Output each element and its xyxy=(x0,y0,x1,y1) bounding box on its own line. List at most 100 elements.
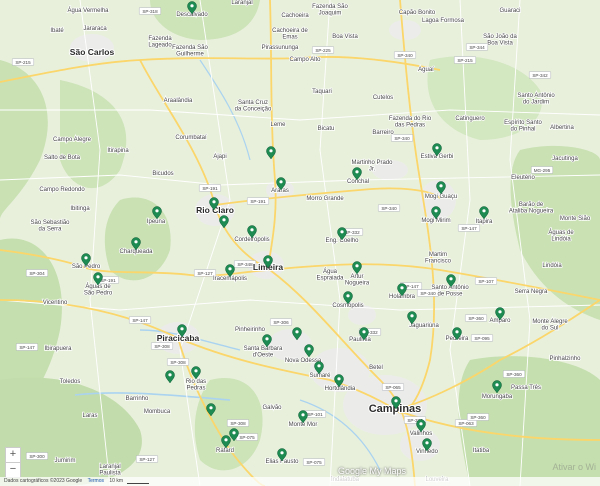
activation-watermark: Ativar o Wi xyxy=(552,462,596,472)
map-attribution: Dados cartográficos ©2023 Google xyxy=(4,478,83,484)
place-label: Bicudos xyxy=(152,171,173,177)
road-shield: SP-147 xyxy=(16,343,39,351)
place-label: Passa Três xyxy=(511,385,541,391)
place-label: Campo Alto xyxy=(289,57,321,63)
place-label: Leme xyxy=(270,122,286,128)
road-shield-label: SP-127 xyxy=(197,271,213,276)
place-label: Itirapina xyxy=(107,148,129,154)
place-label: Serra Negra xyxy=(515,289,548,295)
place-label: Salto de Bota xyxy=(44,155,81,161)
road-shield-label: SP-340 xyxy=(397,53,413,58)
place-label: Sumaré xyxy=(309,373,331,379)
place-label: Jararaca xyxy=(83,26,107,32)
road-shield: SP-300 xyxy=(26,452,49,460)
road-shield: SP-342 xyxy=(529,71,552,79)
place-label: Pinhalzinho xyxy=(549,356,581,362)
zoom-out-button[interactable]: − xyxy=(5,462,21,478)
place-label: Catinguero xyxy=(455,116,485,122)
place-label: Ibitinga xyxy=(70,206,90,212)
road-shield-label: SP-215 xyxy=(15,60,31,65)
place-label: Mogi Guaçu xyxy=(425,194,457,200)
road-shield-label: SP-360 xyxy=(506,372,522,377)
road-shield: SP-340 xyxy=(378,204,401,212)
road-shield-label: MG-295 xyxy=(534,168,551,173)
road-shield-label: SP-063 xyxy=(458,421,474,426)
road-shield: SP-095 xyxy=(471,334,494,342)
road-shield: SP-147 xyxy=(458,224,481,232)
place-label: Água Vermelha xyxy=(67,7,109,14)
google-my-maps-logo: Google My Maps xyxy=(338,466,407,476)
place-label: Itatiba xyxy=(473,448,490,454)
place-label: Ajapi xyxy=(213,154,226,160)
place-label: Águas de São Pedro xyxy=(84,283,113,297)
place-label: Rafard xyxy=(216,448,234,454)
place-label: Ipeúna xyxy=(147,219,166,225)
major-city-label: São Carlos xyxy=(70,47,115,57)
road-shield: SP-344 xyxy=(466,43,489,51)
place-label: Aguaí xyxy=(418,67,434,73)
place-label: Araalândia xyxy=(164,98,193,104)
place-label: São João da Boa Vista xyxy=(483,34,517,47)
map-canvas[interactable]: SP-215 SP-318 SP-225 SP-340 SP-344 SP-215 SP-3… xyxy=(0,0,600,486)
road-shield-label: SP-107 xyxy=(478,279,494,284)
road-shield: SP-107 xyxy=(475,277,498,285)
road-shield-label: SP-340 xyxy=(420,291,436,296)
place-label: Bicatu xyxy=(318,126,335,132)
terms-link[interactable]: Termos xyxy=(88,478,104,484)
road-shield-label: SP-340 xyxy=(394,136,410,141)
place-label: Lindóia xyxy=(542,263,562,269)
place-label: Guaraci xyxy=(499,8,520,14)
place-label: Eleutério xyxy=(511,175,535,181)
place-label: Albertina xyxy=(550,125,574,131)
road-shield-label: SP-300 xyxy=(29,454,45,459)
place-label: Barreiro xyxy=(372,130,394,136)
place-label: Ibirapuera xyxy=(44,346,72,352)
place-label: Barrinho xyxy=(126,396,149,402)
road-shield-label: SP-147 xyxy=(19,345,35,350)
place-label: Corumbataí xyxy=(175,135,207,141)
place-label: Boa Vista xyxy=(332,34,358,40)
road-shield: SP-075 xyxy=(303,458,326,466)
road-shield-label: SP-308 xyxy=(230,421,246,426)
road-shield-label: SP-360 xyxy=(470,415,486,420)
road-shield-label: SP-065 xyxy=(385,385,401,390)
place-label: Itapira xyxy=(476,219,493,225)
road-shield: SP-360 xyxy=(467,413,490,421)
place-label: Fazenda Lageado xyxy=(148,36,172,49)
road-shield-label: SP-344 xyxy=(469,45,485,50)
road-shield: SP-304 xyxy=(26,269,49,277)
place-label: Hortolândia xyxy=(325,386,356,392)
road-shield-label: SP-147 xyxy=(461,226,477,231)
road-shield-label: SP-095 xyxy=(474,336,490,341)
road-shield-label: SP-342 xyxy=(532,73,548,78)
place-label: Jumirim xyxy=(55,458,76,464)
place-label: Laranjal Paulista xyxy=(99,464,121,477)
road-shield: SP-075 xyxy=(235,433,258,441)
road-shield: SP-127 xyxy=(135,455,158,463)
place-label: Vicentino xyxy=(43,300,68,306)
place-label: Morungaba xyxy=(482,394,513,400)
place-label: Pirassununga xyxy=(262,45,299,51)
place-label: Taquari xyxy=(312,89,332,95)
place-label: Pinheirinho xyxy=(235,327,266,333)
road-shield-label: SP-075 xyxy=(239,435,255,440)
place-label: Betel xyxy=(369,365,383,371)
place-label: Mombuca xyxy=(144,409,171,415)
place-label: Rio das Pedras xyxy=(186,379,206,392)
place-label: Campo Alegre xyxy=(53,137,92,143)
zoom-in-button[interactable]: + xyxy=(5,447,21,463)
road-shield: SP-147 xyxy=(128,316,151,324)
road-shield-label: SP-075 xyxy=(306,460,322,465)
road-shield-label: SP-225 xyxy=(315,48,331,53)
road-shield-label: SP-348 xyxy=(237,262,253,267)
place-label: Fazenda São Guilherme xyxy=(172,45,208,58)
place-label: Toledos xyxy=(60,379,81,385)
road-shield: SP-360 xyxy=(465,314,488,322)
road-shield-label: SP-191 xyxy=(250,199,266,204)
place-label: Cutelos xyxy=(373,95,393,101)
major-city-label: Piracicaba xyxy=(157,333,200,343)
road-shield-label: SP-360 xyxy=(468,316,484,321)
road-shield: SP-318 xyxy=(138,7,161,15)
map-footer: Dados cartográficos ©2023 Google Termos … xyxy=(0,477,600,486)
scale-bar xyxy=(127,478,149,484)
